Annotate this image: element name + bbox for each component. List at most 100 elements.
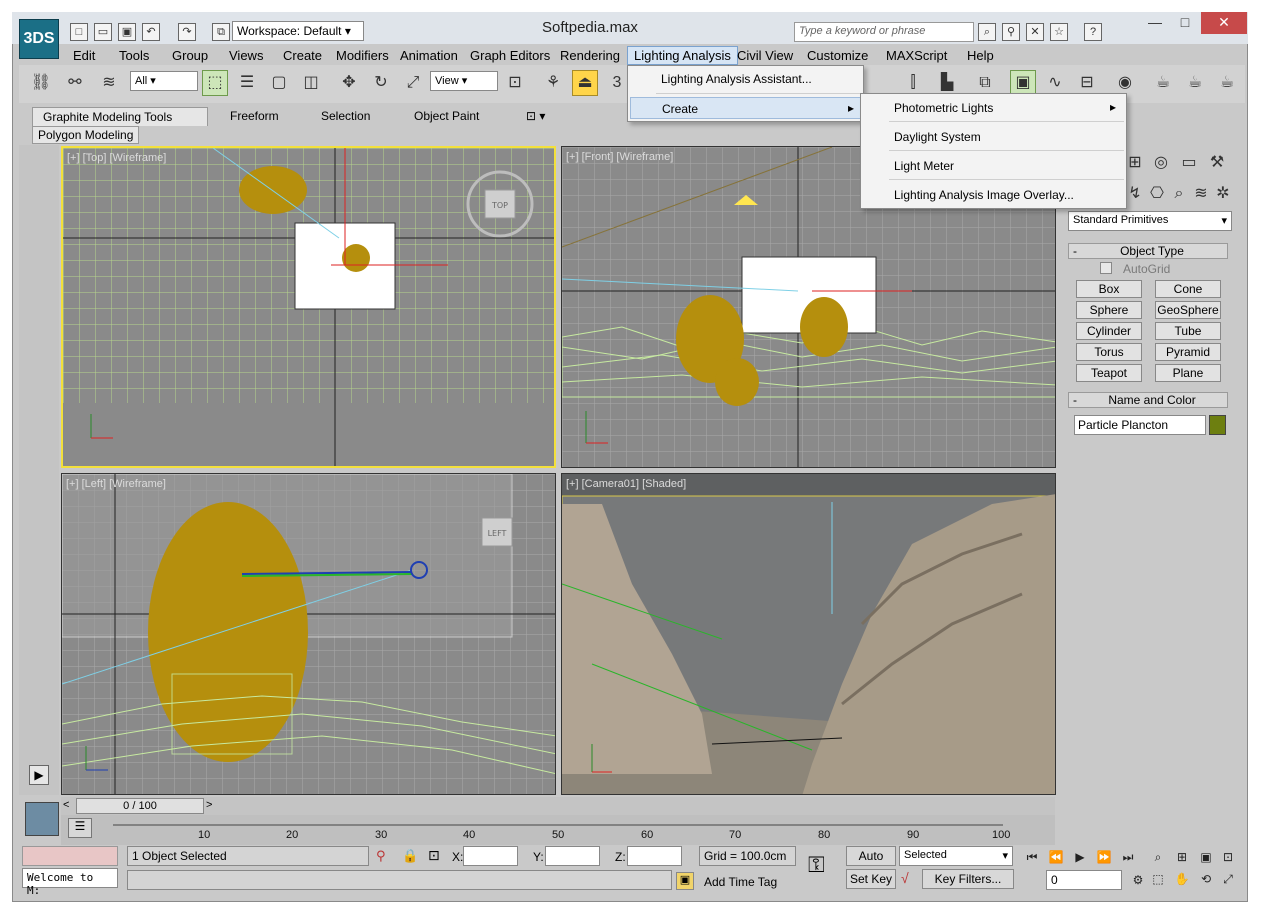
viewport-left-label[interactable]: [+] [Left] [Wireframe] <box>66 478 166 490</box>
maximize-viewport-icon[interactable]: ⤢ <box>1218 870 1238 888</box>
menu-maxscript[interactable]: MAXScript <box>880 47 953 64</box>
previous-frame-icon[interactable]: ⏪ <box>1046 848 1066 866</box>
auto-key-button[interactable]: Auto Key <box>846 846 896 881</box>
plane-button[interactable]: Plane <box>1155 364 1221 382</box>
tab-freeform[interactable]: Freeform <box>220 107 289 125</box>
open-file-icon[interactable]: ▭ <box>94 23 112 41</box>
search-input[interactable]: Type a keyword or phrase <box>794 22 974 42</box>
new-file-icon[interactable]: □ <box>70 23 88 41</box>
pan-view-icon[interactable]: ✋ <box>1172 870 1192 888</box>
viewport-camera-label[interactable]: [+] [Camera01] [Shaded] <box>566 478 686 490</box>
motion-tab-icon[interactable]: ◎ <box>1148 150 1174 176</box>
maxscript-listener[interactable]: Welcome to M: <box>22 868 118 897</box>
teapot-button[interactable]: Teapot <box>1076 364 1142 382</box>
menu-edit[interactable]: Edit <box>67 47 101 64</box>
zoom-region-icon[interactable]: ⬚ <box>1148 870 1168 888</box>
utilities-tab-icon[interactable]: ⚒ <box>1204 150 1230 176</box>
render-production-icon[interactable]: ☕ <box>1214 70 1240 96</box>
sphere-button[interactable]: Sphere <box>1076 301 1142 319</box>
selection-filter-dropdown[interactable]: All ▾ <box>130 71 198 91</box>
time-configuration-icon[interactable]: ⚙ <box>1128 871 1148 889</box>
geosphere-button[interactable]: GeoSphere <box>1155 301 1221 319</box>
help-icon[interactable]: ? <box>1084 23 1102 41</box>
viewport-top-label[interactable]: [+] [Top] [Wireframe] <box>67 152 166 164</box>
communication-center-icon[interactable]: ⚲ <box>1002 23 1020 41</box>
bind-space-warp-icon[interactable]: ≋ <box>96 70 122 96</box>
object-color-swatch[interactable] <box>1209 415 1226 435</box>
tab-graphite-modeling-tools[interactable]: Graphite Modeling Tools <box>32 107 208 126</box>
expand-panel-icon[interactable]: ▶ <box>29 765 49 785</box>
prev-frame-arrow[interactable]: < <box>63 799 69 811</box>
menu-civil-view[interactable]: Civil View <box>731 47 799 64</box>
zoom-icon[interactable]: ⌕ <box>1148 848 1168 866</box>
viewport-front-label[interactable]: [+] [Front] [Wireframe] <box>566 151 673 163</box>
systems-icon[interactable]: ✲ <box>1210 181 1236 207</box>
current-frame-field[interactable]: 0 <box>1046 870 1122 890</box>
scale-icon[interactable]: ⤢ <box>400 70 426 96</box>
tab-selection[interactable]: Selection <box>311 107 380 125</box>
favorites-star-icon[interactable]: ☆ <box>1050 23 1068 41</box>
menu-create[interactable]: Create <box>277 47 328 64</box>
autogrid-checkbox[interactable] <box>1100 262 1112 274</box>
reference-coordinate-dropdown[interactable]: View ▾ <box>430 71 498 91</box>
unlink-icon[interactable]: ⚯ <box>62 70 88 96</box>
box-button[interactable]: Box <box>1076 280 1142 298</box>
name-and-color-rollout[interactable]: - Name and Color <box>1068 392 1228 408</box>
orbit-icon[interactable]: ⟲ <box>1196 870 1216 888</box>
menu-graph-editors[interactable]: Graph Editors <box>464 47 556 64</box>
default-tangent-icon[interactable]: √ <box>901 870 909 886</box>
maxscript-mini-listener-pink[interactable] <box>22 846 118 866</box>
cylinder-button[interactable]: Cylinder <box>1076 322 1142 340</box>
ribbon-options-icon[interactable]: ⊡ ▾ <box>516 107 555 125</box>
set-key-icon[interactable]: ⚿ <box>808 852 825 878</box>
lighting-analysis-assistant-item[interactable]: Lighting Analysis Assistant... <box>661 72 812 86</box>
go-to-end-icon[interactable]: ⏭ <box>1118 848 1138 866</box>
viewport-camera[interactable]: [+] [Camera01] [Shaded] <box>561 473 1056 795</box>
zoom-all-icon[interactable]: ⊞ <box>1172 848 1192 866</box>
exchange-icon[interactable]: ✕ <box>1026 23 1044 41</box>
zoom-extents-all-icon[interactable]: ⊡ <box>1218 848 1238 866</box>
view-cube-left[interactable]: LEFT <box>488 529 507 538</box>
lighting-overlay-item[interactable]: Lighting Analysis Image Overlay... <box>894 188 1074 202</box>
tube-button[interactable]: Tube <box>1155 322 1221 340</box>
viewport-left[interactable]: LEFT [+] [Left] [Wireframe] <box>61 473 556 795</box>
select-by-name-icon[interactable]: ☰ <box>234 70 260 96</box>
project-folder-icon[interactable]: ⧉ <box>212 23 230 41</box>
viewport-top[interactable]: TOP [+] [Top] [Wireframe] <box>61 146 556 468</box>
light-meter-item[interactable]: Light Meter <box>894 159 954 173</box>
workspace-selector[interactable]: Workspace: Default ▾ <box>232 21 364 41</box>
z-coordinate-field[interactable] <box>627 846 682 866</box>
cone-button[interactable]: Cone <box>1155 280 1221 298</box>
save-icon[interactable]: ▣ <box>118 23 136 41</box>
maximize-button[interactable]: □ <box>1170 12 1200 34</box>
binoculars-icon[interactable]: ⌕ <box>978 23 996 41</box>
x-coordinate-field[interactable] <box>463 846 518 866</box>
menu-modifiers[interactable]: Modifiers <box>330 47 395 64</box>
app-logo-button[interactable]: 3DS <box>19 19 59 59</box>
object-name-field[interactable]: Particle Plancton <box>1074 415 1206 435</box>
key-selection-dropdown[interactable]: Selected ▾ <box>899 846 1013 866</box>
zoom-extents-icon[interactable]: ▣ <box>1196 848 1216 866</box>
menu-group[interactable]: Group <box>166 47 214 64</box>
play-icon[interactable]: ▶ <box>1070 848 1090 866</box>
set-key-button[interactable]: Set Key <box>846 869 896 889</box>
go-to-start-icon[interactable]: ⏮ <box>1022 848 1042 866</box>
menu-views[interactable]: Views <box>223 47 269 64</box>
select-object-icon[interactable]: ⬚ <box>202 70 228 96</box>
y-coordinate-field[interactable] <box>545 846 600 866</box>
viewport-layout-icon[interactable] <box>25 802 59 836</box>
create-submenu-item[interactable]: Create ▸ <box>630 97 861 119</box>
undo-icon[interactable]: ↶ <box>142 23 160 41</box>
menu-tools[interactable]: Tools <box>113 47 155 64</box>
render-setup-icon[interactable]: ☕ <box>1150 70 1176 96</box>
absolute-mode-icon[interactable]: ⊡ <box>428 847 440 864</box>
select-and-link-icon[interactable]: ⛓ <box>28 70 54 96</box>
rectangular-selection-icon[interactable]: ▢ <box>266 70 292 96</box>
tab-object-paint[interactable]: Object Paint <box>404 107 489 125</box>
manipulate-icon[interactable]: ⚘ <box>540 70 566 96</box>
menu-help[interactable]: Help <box>961 47 1000 64</box>
menu-rendering[interactable]: Rendering <box>554 47 626 64</box>
key-filters-button[interactable]: Key Filters... <box>922 869 1014 889</box>
display-tab-icon[interactable]: ▭ <box>1176 150 1202 176</box>
add-time-tag-button[interactable]: Add Time Tag <box>704 875 777 889</box>
